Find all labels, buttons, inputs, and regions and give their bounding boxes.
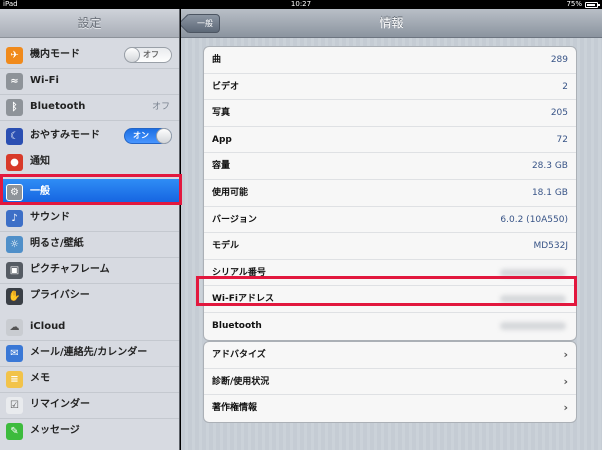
about-row: Bluetooth [204, 313, 576, 340]
battery-icon [585, 1, 600, 8]
about-row: モデル MD532J [204, 233, 576, 260]
sidebar-title: 設定 [0, 9, 179, 38]
about-row-value: 289 [550, 55, 568, 65]
link-row-label: 著作権情報 [212, 403, 258, 414]
battery-percent: 75% [566, 0, 582, 8]
about-row-value: 18.1 GB [531, 187, 568, 198]
reminders-icon: ☑ [6, 397, 23, 414]
sidebar-item-label: リマインダー [30, 399, 90, 410]
sidebar-item[interactable]: ≡ メモ [0, 366, 179, 392]
sidebar-item-value: オフ [151, 102, 170, 112]
sidebar-item[interactable]: ✉ メール/連絡先/カレンダー [0, 340, 179, 366]
chevron-right-icon: › [563, 374, 568, 388]
about-row-label: App [212, 134, 232, 145]
wifi-icon: ≈ [6, 73, 23, 90]
about-row-label: 曲 [212, 55, 222, 65]
chevron-right-icon: › [563, 401, 568, 415]
sidebar-item[interactable]: ☼ 明るさ/壁紙 [0, 231, 179, 257]
sidebar-item[interactable]: ✋ プライバシー [0, 283, 179, 309]
sidebar-item-label: 機内モード [30, 49, 80, 60]
sidebar-item[interactable]: ● 通知 [0, 149, 179, 175]
privacy-icon: ✋ [6, 288, 23, 305]
link-row[interactable]: アドバタイズ › [204, 342, 576, 369]
toggle-knob [156, 128, 172, 144]
about-row-value: 2 [562, 81, 568, 92]
speaker-icon: ♪ [6, 210, 23, 227]
sidebar-item[interactable]: ♪ サウンド [0, 205, 179, 231]
link-row-label: アドバタイズ [212, 350, 266, 360]
about-row: App 72 [204, 127, 576, 154]
sidebar-item-label: メモ [30, 373, 50, 384]
sidebar-item[interactable]: ✈ 機内モード オフ [0, 42, 179, 68]
sidebar-item-label: ピクチャフレーム [30, 264, 110, 275]
sidebar-item[interactable]: ᛒ Bluetooth オフ [0, 94, 179, 120]
airplane-icon: ✈ [6, 47, 23, 64]
status-time: 10:27 [290, 0, 312, 8]
notes-icon: ≡ [6, 371, 23, 388]
about-row-value: 72 [556, 134, 568, 145]
sidebar-item-label: プライバシー [30, 290, 90, 301]
sidebar-item[interactable]: ✎ メッセージ [0, 418, 179, 444]
detail-title: 情報 [379, 16, 404, 30]
sidebar-item-label: メール/連絡先/カレンダー [30, 347, 148, 358]
links-group: アドバタイズ › 診断/使用状況 › 著作権情報 › [203, 341, 577, 423]
link-row[interactable]: 診断/使用状況 › [204, 369, 576, 396]
toggle-switch[interactable]: オン [124, 128, 172, 144]
brightness-icon: ☼ [6, 236, 23, 253]
about-row-value: 28.3 GB [531, 161, 568, 172]
status-bar: iPad 10:27 75% [0, 0, 602, 9]
sidebar-item-label: Bluetooth [30, 101, 86, 112]
sidebar-item-label: Wi-Fi [30, 75, 59, 86]
sidebar-item[interactable]: ≈ Wi-Fi [0, 68, 179, 94]
chevron-right-icon: › [563, 348, 568, 361]
sidebar-item-label: おやすみモード [30, 130, 100, 141]
toggle-label: オフ [143, 50, 159, 59]
about-row-label: Bluetooth [212, 320, 262, 331]
about-row: 曲 289 [204, 47, 576, 74]
settings-sidebar: 設定 ✈ 機内モード オフ ≈ Wi-Fi ᛒ Bluetooth オフ ☾ おやすみモード オン ●… [0, 9, 180, 450]
sidebar-item-label: サウンド [30, 212, 70, 223]
detail-nav-bar: 一般 情報 [181, 9, 602, 38]
sidebar-item-label: 通知 [30, 156, 50, 167]
picture-frame-icon: ▣ [6, 262, 23, 279]
cloud-icon: ☁ [6, 319, 23, 336]
about-row-label: モデル [212, 241, 240, 252]
sidebar-item[interactable]: ▣ ピクチャフレーム [0, 257, 179, 283]
toggle-knob [124, 47, 140, 63]
about-row-label: 写真 [212, 108, 231, 119]
toggle-label: オン [133, 131, 149, 140]
link-row[interactable]: 著作権情報 › [204, 395, 576, 422]
about-row-label: 容量 [212, 161, 231, 172]
about-row-label: 使用可能 [212, 187, 249, 198]
notification-icon: ● [6, 154, 23, 171]
mail-icon: ✉ [6, 345, 23, 362]
sidebar-item[interactable]: ☾ おやすみモード オン [0, 123, 179, 149]
sidebar-item-label: 明るさ/壁紙 [30, 238, 84, 249]
about-row: バージョン 6.0.2 (10A550) [204, 207, 576, 234]
messages-icon: ✎ [6, 423, 23, 440]
battery-indicator: 75% [566, 0, 600, 9]
about-row-label: バージョン [212, 214, 257, 225]
about-row-label: ビデオ [212, 81, 240, 92]
about-row: 写真 205 [204, 100, 576, 127]
about-row: 使用可能 18.1 GB [204, 180, 576, 207]
about-row-value: MD532J [533, 241, 568, 252]
sidebar-item-label: iCloud [30, 321, 66, 332]
bluetooth-icon: ᛒ [6, 99, 23, 116]
detail-pane: 一般 情報 曲 289 ビデオ 2 写真 205 App 72 容量 28.3 GB 使用可能 18.… [181, 9, 602, 450]
redacted-value [500, 321, 566, 330]
highlight-wifi-address [196, 276, 577, 306]
about-row: ビデオ 2 [204, 74, 576, 101]
toggle-switch[interactable]: オフ [124, 47, 172, 63]
sidebar-item-label: メッセージ [30, 425, 80, 436]
sidebar-item[interactable]: ☑ リマインダー [0, 392, 179, 418]
highlight-general [0, 174, 182, 205]
about-row-value: 205 [550, 108, 568, 119]
about-row: 容量 28.3 GB [204, 153, 576, 180]
link-row-label: 診断/使用状況 [212, 376, 270, 387]
moon-icon: ☾ [6, 128, 23, 145]
about-row-value: 6.0.2 (10A550) [500, 214, 568, 225]
sidebar-item[interactable]: ☁ iCloud [0, 314, 179, 340]
